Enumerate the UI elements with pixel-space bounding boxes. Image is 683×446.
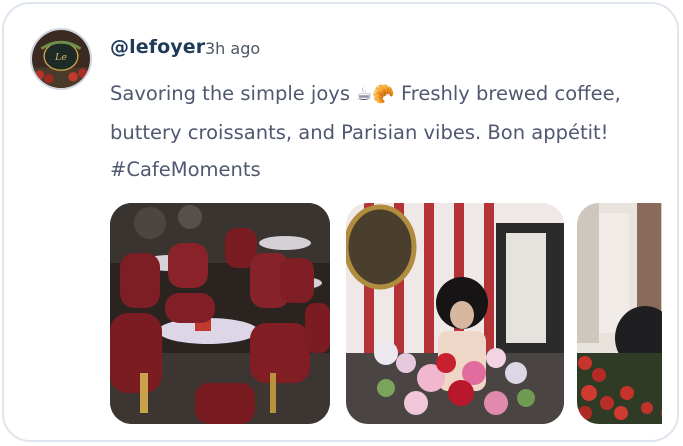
post-card: Le @lefoyer 3h ago Savoring the simple j… [2,2,679,442]
bibliotheque-sign-photo-icon [577,203,662,424]
hashtag-link[interactable]: #CafeMoments [110,158,261,181]
gallery-photo-1[interactable] [110,203,330,424]
gallery-photo-2[interactable] [346,203,564,424]
cafe-sign-avatar-icon: Le [32,30,90,88]
post-text: Savoring the simple joys ☕🥐 Freshly brew… [110,75,670,189]
author-handle[interactable]: @lefoyer [110,36,205,58]
coffee-croissant-emoji: ☕🥐 [356,84,395,105]
photo-gallery[interactable] [110,203,662,424]
author-avatar[interactable]: Le [30,28,92,90]
post-timestamp: 3h ago [205,39,261,58]
post-text-intro: Savoring the simple joys [110,82,350,105]
woman-with-flowers-photo-icon [346,203,564,424]
gallery-photo-3[interactable] [577,203,662,424]
cafe-terrace-photo-icon [110,203,330,424]
svg-text:Le: Le [54,52,67,63]
